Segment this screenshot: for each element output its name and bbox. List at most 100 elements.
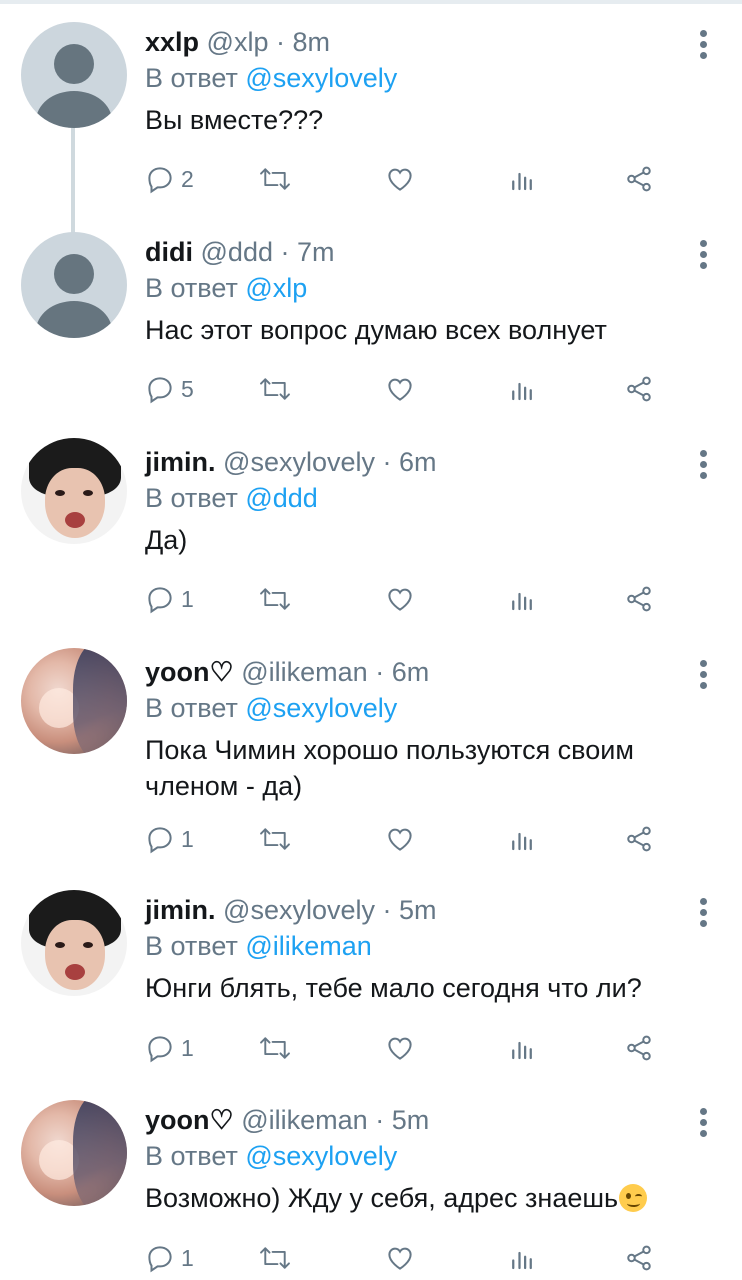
share-button[interactable] <box>623 583 655 615</box>
like-button[interactable] <box>385 1242 415 1274</box>
username[interactable]: @xlp <box>207 27 269 57</box>
tweet-header: jimin. @sexylovely · 5m <box>145 894 702 926</box>
default-avatar-body-icon <box>36 301 112 338</box>
tweet-text-line: членом - да) <box>145 771 303 801</box>
heart-icon <box>388 168 412 191</box>
reply-prefix: В ответ <box>145 931 238 961</box>
mention-link[interactable]: @xlp <box>245 273 307 303</box>
mention-link[interactable]: @ddd <box>245 483 317 513</box>
username[interactable]: @sexylovely <box>223 447 375 477</box>
mention-link[interactable]: @sexylovely <box>245 63 397 93</box>
winking-face-emoji-icon <box>619 1184 648 1212</box>
reply-context: В ответ @sexylovely <box>145 1140 702 1172</box>
timestamp[interactable]: 6m <box>399 447 437 477</box>
reply-button[interactable]: 1 <box>145 583 194 615</box>
tweet-actions: 2 <box>145 163 665 195</box>
retweet-button[interactable] <box>258 1032 292 1064</box>
separator-dot: · <box>375 657 385 687</box>
retweet-button[interactable] <box>258 583 292 615</box>
retweet-button[interactable] <box>258 373 292 405</box>
analytics-button[interactable] <box>507 1242 537 1274</box>
avatar[interactable] <box>21 232 127 338</box>
display-name[interactable]: xxlp <box>145 27 199 57</box>
reply-count: 1 <box>181 585 194 612</box>
like-button[interactable] <box>385 823 415 855</box>
share-button[interactable] <box>623 1032 655 1064</box>
analytics-button[interactable] <box>507 163 537 195</box>
timestamp[interactable]: 5m <box>399 895 437 925</box>
reply-count: 2 <box>181 165 194 192</box>
timestamp[interactable]: 6m <box>392 657 430 687</box>
display-name[interactable]: jimin. <box>145 447 216 477</box>
analytics-button[interactable] <box>507 1032 537 1064</box>
retweet-button[interactable] <box>258 163 292 195</box>
tweet-header: jimin. @sexylovely · 6m <box>145 446 702 478</box>
share-button[interactable] <box>623 373 655 405</box>
avatar[interactable] <box>21 648 127 754</box>
share-button[interactable] <box>623 823 655 855</box>
separator-dot: · <box>276 27 285 57</box>
reply-prefix: В ответ <box>145 273 238 303</box>
tweet-actions: 1 <box>145 583 665 615</box>
share-button[interactable] <box>623 1242 655 1274</box>
reply-prefix: В ответ <box>145 693 238 723</box>
display-name[interactable]: yoon♡ <box>145 657 234 687</box>
tweet-header: didi @ddd · 7m <box>145 236 702 268</box>
like-button[interactable] <box>385 373 415 405</box>
reply-icon <box>148 827 172 854</box>
reply-prefix: В ответ <box>145 483 238 513</box>
timestamp[interactable]: 8m <box>293 27 331 57</box>
analytics-button[interactable] <box>507 583 537 615</box>
reply-count: 5 <box>181 375 194 402</box>
display-name[interactable]: didi <box>145 237 193 267</box>
retweet-icon <box>260 168 290 190</box>
tweet-text: Пока Чимин хорошо пользуются своим члено… <box>145 732 702 804</box>
analytics-icon <box>512 832 532 851</box>
tweet-text-line: Нас этот вопрос думаю всех волнует <box>145 315 607 345</box>
tweet-text-line: Юнги блять, тебе мало сегодня что ли? <box>145 973 642 1003</box>
reply-icon <box>148 1036 172 1063</box>
reply-prefix: В ответ <box>145 1141 238 1171</box>
tweet-actions: 1 <box>145 823 665 855</box>
heart-icon <box>388 828 412 851</box>
tweet-text-line: Пока Чимин хорошо пользуются своим <box>145 735 634 765</box>
tweet-text-content: Возможно) Жду у себя, адрес знаешь <box>145 1183 619 1213</box>
mention-link[interactable]: @ilikeman <box>245 931 371 961</box>
display-name[interactable]: yoon♡ <box>145 1105 234 1135</box>
retweet-icon <box>260 1037 290 1059</box>
like-button[interactable] <box>385 163 415 195</box>
share-button[interactable] <box>623 163 655 195</box>
analytics-button[interactable] <box>507 373 537 405</box>
reply-button[interactable]: 1 <box>145 823 194 855</box>
reply-context: В ответ @ilikeman <box>145 930 702 962</box>
mention-link[interactable]: @sexylovely <box>245 1141 397 1171</box>
reply-button[interactable]: 1 <box>145 1032 194 1064</box>
analytics-icon <box>512 1251 532 1270</box>
timestamp[interactable]: 5m <box>392 1105 430 1135</box>
tweet-actions: 1 <box>145 1242 665 1274</box>
analytics-button[interactable] <box>507 823 537 855</box>
reply-button[interactable]: 5 <box>145 373 194 405</box>
username[interactable]: @ilikeman <box>241 657 367 687</box>
default-avatar-head-icon <box>54 44 94 84</box>
retweet-button[interactable] <box>258 823 292 855</box>
like-button[interactable] <box>385 583 415 615</box>
reply-context: В ответ @sexylovely <box>145 692 702 724</box>
reply-context: В ответ @ddd <box>145 482 702 514</box>
avatar[interactable] <box>21 890 127 996</box>
tweet-text-line: Да) <box>145 525 188 555</box>
username[interactable]: @sexylovely <box>223 895 375 925</box>
reply-button[interactable]: 2 <box>145 163 194 195</box>
username[interactable]: @ilikeman <box>241 1105 367 1135</box>
retweet-button[interactable] <box>258 1242 292 1274</box>
avatar[interactable] <box>21 1100 127 1206</box>
avatar[interactable] <box>21 438 127 544</box>
username[interactable]: @ddd <box>201 237 273 267</box>
mention-link[interactable]: @sexylovely <box>245 693 397 723</box>
reply-button[interactable]: 1 <box>145 1242 194 1274</box>
timestamp[interactable]: 7m <box>297 237 335 267</box>
display-name[interactable]: jimin. <box>145 895 216 925</box>
avatar[interactable] <box>21 22 127 128</box>
analytics-icon <box>512 172 532 191</box>
like-button[interactable] <box>385 1032 415 1064</box>
